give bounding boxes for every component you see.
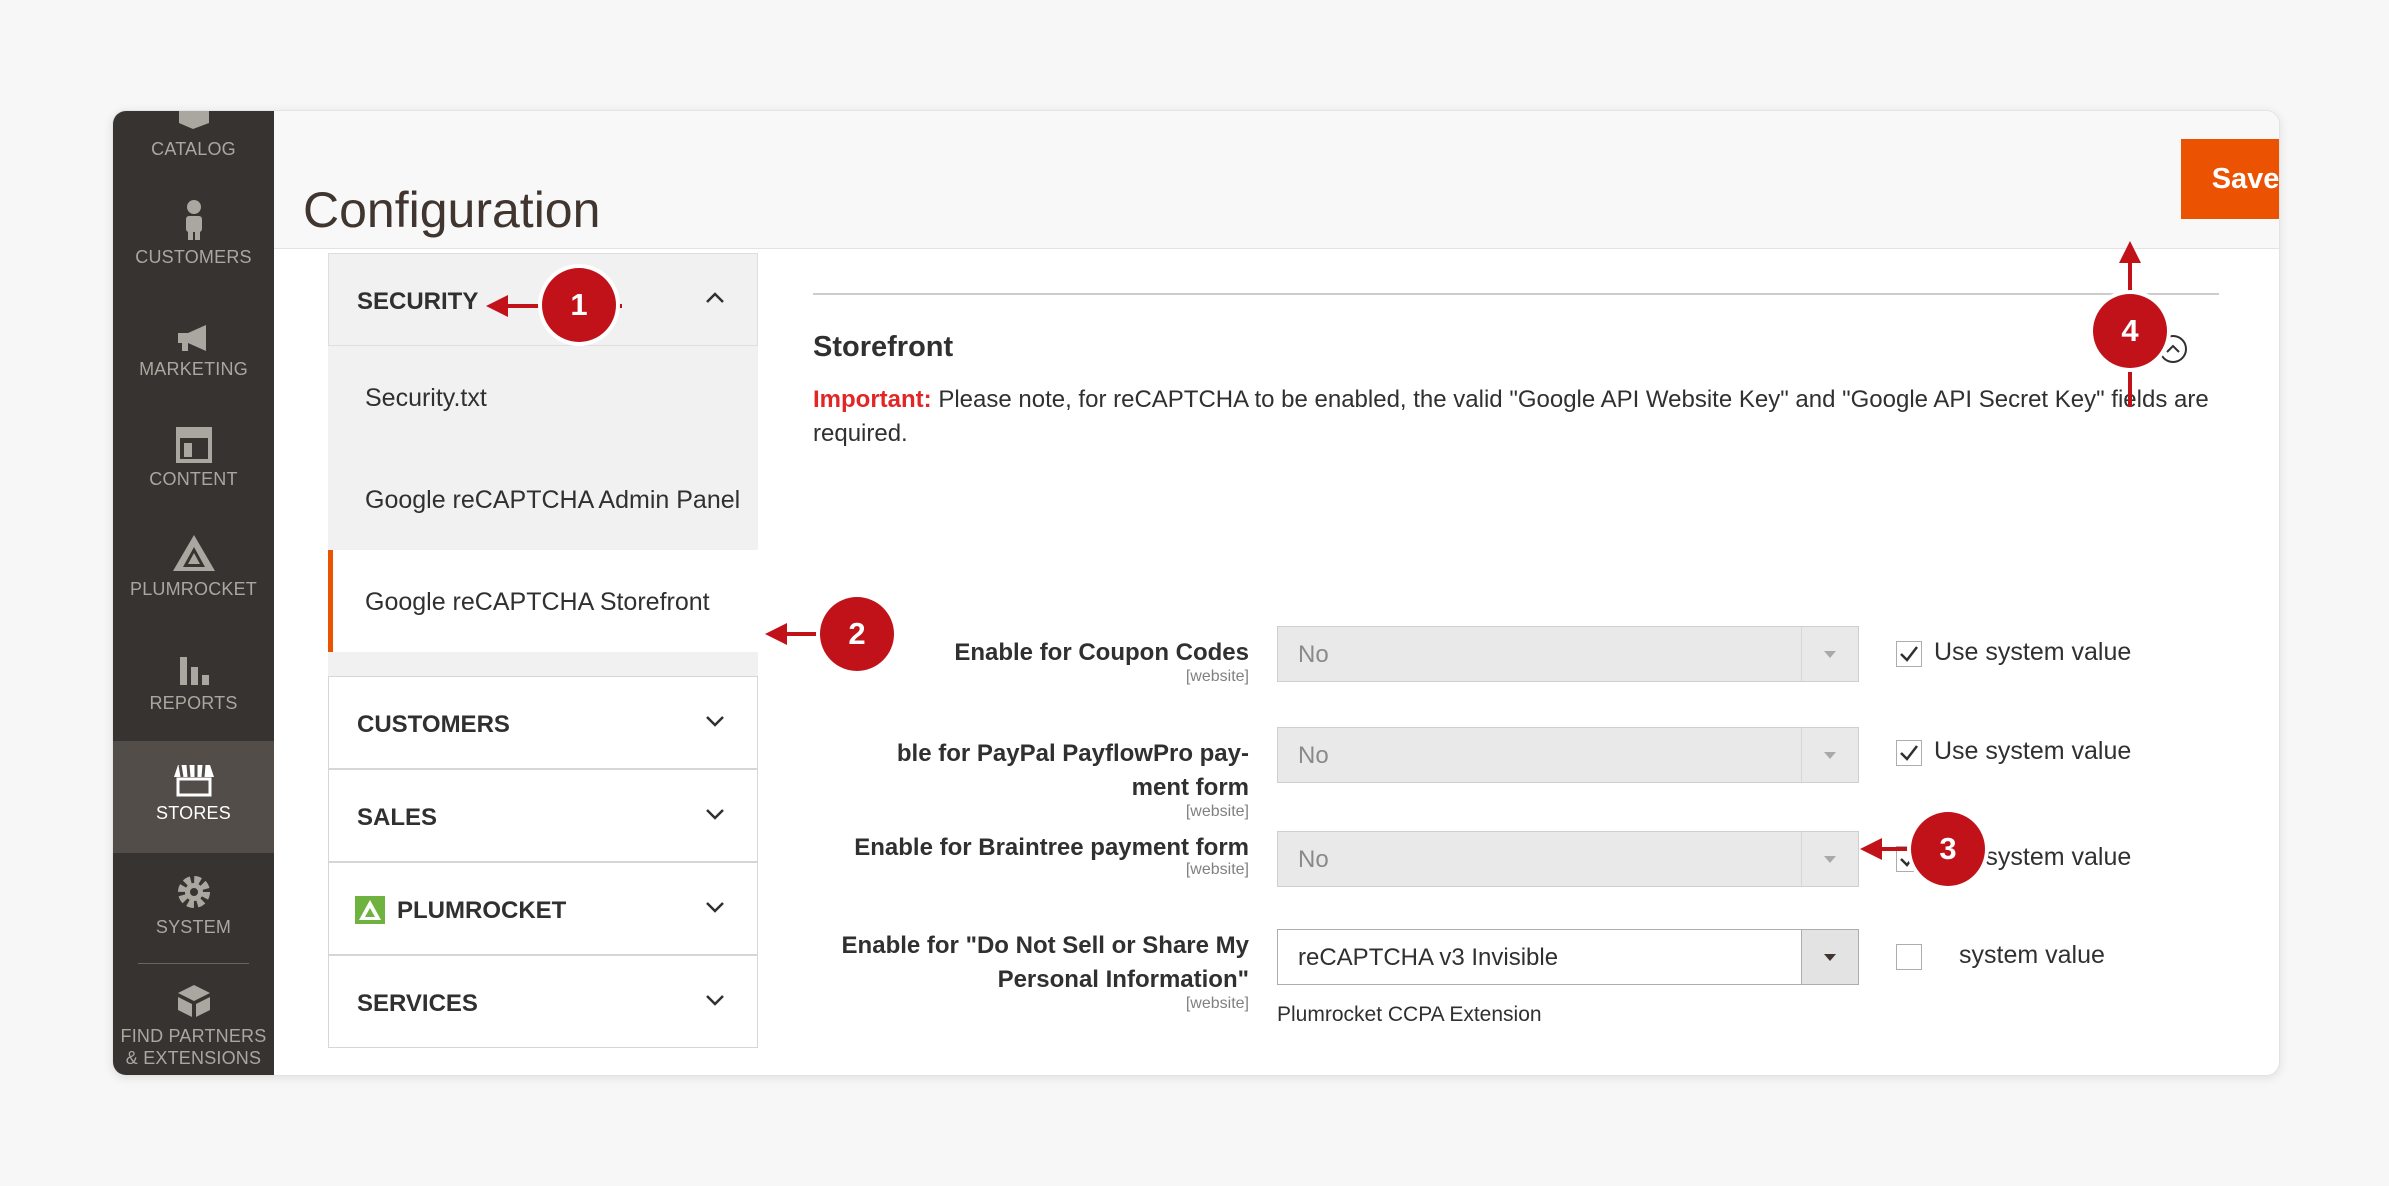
menu-item-stores[interactable]: STORES: [113, 741, 274, 853]
tab-security-label: SECURITY: [357, 288, 479, 315]
field-label-line1: Enable for "Do Not Sell or Share My: [841, 932, 1249, 959]
section-title-storefront[interactable]: Storefront: [813, 331, 953, 364]
dropdown-arrow-icon: [1801, 832, 1858, 886]
select-value: No: [1298, 742, 1329, 769]
field-scope: [website]: [1185, 995, 1249, 1012]
checkbox-unchecked-icon: [1896, 944, 1922, 970]
important-text: Please note, for reCAPTCHA to be enabled…: [813, 386, 2209, 447]
tab-customers-label: CUSTOMERS: [357, 711, 510, 738]
arrowhead-left-icon: [486, 295, 508, 317]
tab-sales-label: SALES: [357, 804, 438, 831]
callout-badge-1: 1: [542, 268, 616, 342]
menu-label: CONTENT: [149, 469, 238, 489]
menu-label: SYSTEM: [155, 917, 232, 937]
menu-label: REPORTS: [149, 693, 238, 713]
plumrocket-logo-icon: [355, 896, 385, 924]
field-label: Enable for Braintree payment form: [854, 834, 1249, 861]
admin-menu: CATALOG CUSTOMERS MARKETING CONTENT PLUM…: [113, 111, 274, 1075]
select-value: No: [1298, 846, 1329, 873]
chevron-down-icon: [706, 902, 724, 913]
section-divider: [813, 293, 2219, 295]
plumrocket-icon: [172, 535, 215, 571]
save-config-button[interactable]: Save Config: [2181, 139, 2279, 219]
menu-item-catalog[interactable]: CATALOG: [113, 111, 274, 173]
checkbox-label: Use system value: [1934, 737, 2132, 765]
coupon-codes-select[interactable]: No: [1277, 626, 1859, 682]
arrowhead-left-icon: [1860, 838, 1882, 860]
select-value: No: [1298, 641, 1329, 668]
dropdown-arrow-icon: [1801, 728, 1858, 782]
tab-item-recaptcha-storefront[interactable]: Google reCAPTCHA Storefront: [328, 550, 758, 652]
important-label: Important:: [813, 386, 932, 413]
stores-icon: [173, 764, 214, 797]
checkbox-checked-icon: [1896, 740, 1922, 766]
field-scope: [website]: [1185, 803, 1249, 820]
tab-item-recaptcha-admin[interactable]: Google reCAPTCHA Admin Panel: [328, 448, 758, 550]
field-label-line2: ment form: [1131, 774, 1249, 801]
customers-icon: [185, 200, 202, 240]
field-scope: [website]: [1185, 668, 1249, 685]
content-icon: [175, 427, 212, 463]
tab-item-label: Security.txt: [365, 384, 487, 412]
reports-icon: [179, 657, 209, 685]
menu-label: CUSTOMERS: [135, 247, 252, 267]
tab-services[interactable]: SERVICES: [328, 955, 758, 1048]
checkbox-checked-icon: [1896, 641, 1922, 667]
menu-item-marketing[interactable]: MARKETING: [113, 323, 274, 403]
field-scope: [website]: [1185, 861, 1249, 878]
tab-services-label: SERVICES: [357, 990, 478, 1017]
do-not-sell-select[interactable]: reCAPTCHA v3 Invisible: [1277, 929, 1859, 985]
tab-sales[interactable]: SALES: [328, 769, 758, 862]
menu-label: CATALOG: [151, 139, 236, 159]
dropdown-arrow-icon: [1801, 627, 1858, 681]
menu-label: FIND PARTNERS: [120, 1026, 267, 1046]
chevron-down-icon: [706, 716, 724, 727]
field-label-line1: ble for PayPal PayflowPro pay-: [896, 740, 1249, 767]
menu-item-content[interactable]: CONTENT: [113, 427, 274, 517]
select-value: reCAPTCHA v3 Invisible: [1298, 944, 1559, 971]
catalog-icon: [178, 111, 209, 129]
menu-item-customers[interactable]: CUSTOMERS: [113, 199, 274, 289]
page-title: Configuration: [303, 181, 601, 238]
chevron-down-icon: [706, 995, 724, 1006]
paypal-payflowpro-select[interactable]: No: [1277, 727, 1859, 783]
menu-label: MARKETING: [139, 359, 248, 379]
menu-item-system[interactable]: SYSTEM: [113, 873, 274, 953]
tab-plumrocket-label: PLUMROCKET: [397, 897, 567, 924]
admin-window: CATALOG CUSTOMERS MARKETING CONTENT PLUM…: [112, 110, 2280, 1076]
arrowhead-up-icon: [2119, 241, 2141, 263]
field-note: Plumrocket CCPA Extension: [1277, 1003, 1542, 1026]
dropdown-arrow-icon: [1801, 930, 1858, 984]
page-header: Configuration Save Config: [274, 111, 2279, 249]
tab-plumrocket[interactable]: PLUMROCKET: [328, 862, 758, 955]
callout-badge-4: 4: [2093, 294, 2167, 368]
callout-badge-2: 2: [820, 597, 894, 671]
menu-label: PLUMROCKET: [129, 579, 257, 599]
marketing-icon: [177, 325, 206, 351]
field-label-line2: Personal Information": [997, 966, 1249, 993]
important-note: Important: Please note, for reCAPTCHA to…: [813, 383, 2233, 451]
callout-badge-3: 3: [1911, 812, 1985, 886]
menu-label: STORES: [156, 803, 231, 823]
checkbox-label: system value: [1959, 941, 2105, 969]
partners-icon: [177, 985, 210, 1017]
menu-item-reports[interactable]: REPORTS: [113, 651, 274, 741]
checkbox-label: Use system value: [1934, 638, 2132, 666]
chevron-down-icon: [706, 809, 724, 820]
menu-item-plumrocket[interactable]: PLUMROCKET: [113, 533, 274, 623]
system-gear-icon: [177, 876, 210, 908]
menu-item-find-partners[interactable]: FIND PARTNERS & EXTENSIONS: [113, 983, 274, 1075]
tab-customers[interactable]: CUSTOMERS: [328, 676, 758, 769]
tab-item-security-txt[interactable]: Security.txt: [328, 346, 758, 448]
tab-spacer: [328, 652, 758, 676]
menu-divider: [138, 963, 249, 964]
menu-label-line2: & EXTENSIONS: [125, 1048, 262, 1068]
arrowhead-left-icon: [765, 623, 787, 645]
braintree-select[interactable]: No: [1277, 831, 1859, 887]
tab-item-label: Google reCAPTCHA Admin Panel: [365, 486, 741, 514]
tab-item-label: Google reCAPTCHA Storefront: [365, 588, 710, 616]
chevron-up-icon: [706, 292, 724, 303]
